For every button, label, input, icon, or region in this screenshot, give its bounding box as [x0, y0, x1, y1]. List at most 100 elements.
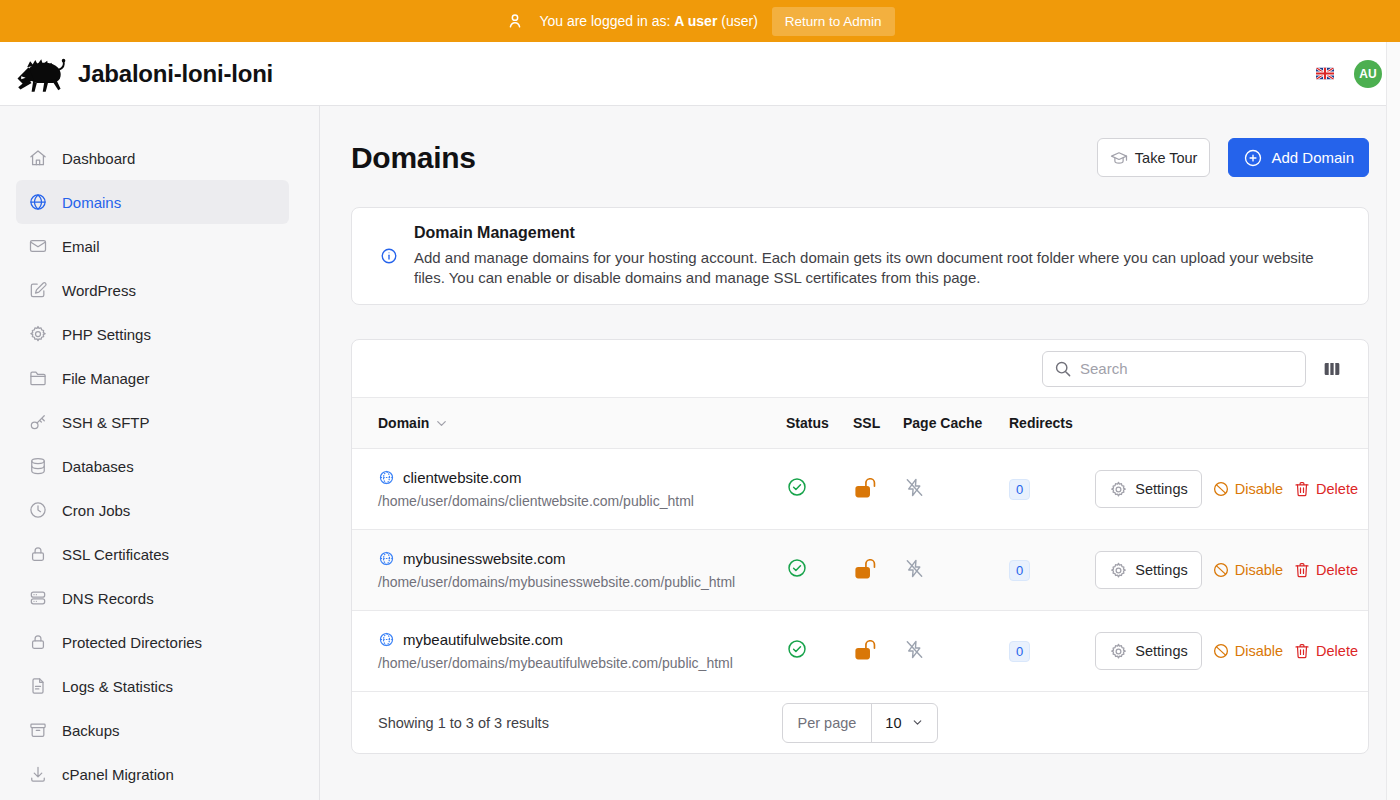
main-content: Domains Take Tour Add Domain: [320, 106, 1400, 800]
sidebar: Dashboard Domains Email WordPress PHP Settin…: [0, 106, 320, 800]
domain-name[interactable]: mybusinesswebsite.com: [403, 550, 566, 567]
ssl-unlocked-icon: [853, 475, 878, 500]
status-enabled-icon: [786, 557, 808, 579]
domain-name[interactable]: clientwebsite.com: [403, 469, 521, 486]
globe-icon: [28, 192, 48, 212]
settings-button[interactable]: Settings: [1095, 551, 1201, 589]
sidebar-item-backups[interactable]: Backups: [16, 708, 289, 752]
lock-icon: [28, 632, 48, 652]
edit-icon: [28, 280, 48, 300]
domain-name[interactable]: mybeautifulwebsite.com: [403, 631, 563, 648]
domain-path: /home/user/domains/mybusinesswebsite.com…: [378, 574, 786, 590]
per-page-control: Per page 10: [782, 703, 938, 743]
user-icon: [505, 11, 525, 31]
sort-chevron-icon: [434, 416, 449, 431]
folder-icon: [28, 368, 48, 388]
info-card-body: Add and manage domains for your hosting …: [414, 248, 1334, 288]
column-header-page-cache: Page Cache: [903, 415, 1009, 431]
globe-icon: [378, 550, 395, 567]
search-icon: [1053, 359, 1072, 378]
brand[interactable]: Jabaloni-loni-loni: [16, 54, 273, 94]
page-cache-disabled-icon: [903, 476, 926, 499]
page-cache-disabled-icon: [903, 557, 926, 580]
trash-icon: [1293, 561, 1311, 579]
avatar[interactable]: AU: [1354, 60, 1382, 88]
sidebar-item-cron-jobs[interactable]: Cron Jobs: [16, 488, 289, 532]
domain-path: /home/user/domains/clientwebsite.com/pub…: [378, 493, 786, 509]
column-header-ssl: SSL: [853, 415, 903, 431]
status-enabled-icon: [786, 638, 808, 660]
settings-button[interactable]: Settings: [1095, 470, 1201, 508]
ssl-unlocked-icon: [853, 556, 878, 581]
boar-logo-icon: [16, 54, 68, 94]
disable-button[interactable]: Disable: [1212, 561, 1283, 579]
sidebar-item-email[interactable]: Email: [16, 224, 289, 268]
sidebar-item-dashboard[interactable]: Dashboard: [16, 136, 289, 180]
table-footer: Showing 1 to 3 of 3 results Per page 10: [352, 692, 1368, 753]
sidebar-item-label: WordPress: [62, 282, 136, 299]
domain-path: /home/user/domains/mybeautifulwebsite.co…: [378, 655, 786, 671]
delete-button[interactable]: Delete: [1293, 561, 1358, 579]
top-bar: Jabaloni-loni-loni AU: [0, 42, 1400, 106]
sidebar-item-label: Logs & Statistics: [62, 678, 173, 695]
redirects-badge[interactable]: 0: [1009, 560, 1030, 581]
ban-icon: [1212, 642, 1230, 660]
home-icon: [28, 148, 48, 168]
sidebar-item-label: Databases: [62, 458, 134, 475]
sidebar-item-databases[interactable]: Databases: [16, 444, 289, 488]
sidebar-item-ssh-sftp[interactable]: SSH & SFTP: [16, 400, 289, 444]
settings-button[interactable]: Settings: [1095, 632, 1201, 670]
disable-button[interactable]: Disable: [1212, 480, 1283, 498]
sidebar-item-label: Domains: [62, 194, 121, 211]
sidebar-item-protected-directories[interactable]: Protected Directories: [16, 620, 289, 664]
sidebar-item-label: Cron Jobs: [62, 502, 130, 519]
brand-name: Jabaloni-loni-loni: [78, 60, 273, 88]
gear-icon: [1109, 642, 1128, 661]
archive-icon: [28, 720, 48, 740]
document-icon: [28, 676, 48, 696]
info-icon: [380, 247, 398, 265]
sidebar-item-php-settings[interactable]: PHP Settings: [16, 312, 289, 356]
search-input[interactable]: [1042, 351, 1306, 387]
uk-flag-icon[interactable]: [1316, 67, 1334, 80]
database-icon: [28, 456, 48, 476]
results-summary: Showing 1 to 3 of 3 results: [378, 715, 782, 731]
sidebar-item-file-manager[interactable]: File Manager: [16, 356, 289, 400]
sidebar-item-wordpress[interactable]: WordPress: [16, 268, 289, 312]
columns-icon: [1323, 360, 1341, 378]
domain-row: mybeautifulwebsite.com /home/user/domain…: [352, 611, 1368, 692]
sidebar-item-ssl-certificates[interactable]: SSL Certificates: [16, 532, 289, 576]
chevron-down-icon: [911, 716, 924, 729]
sidebar-item-domains[interactable]: Domains: [16, 180, 289, 224]
toggle-columns-button[interactable]: [1323, 360, 1341, 378]
info-card: Domain Management Add and manage domains…: [351, 207, 1369, 305]
sidebar-item-label: File Manager: [62, 370, 150, 387]
sidebar-item-logs-statistics[interactable]: Logs & Statistics: [16, 664, 289, 708]
sidebar-item-dns-records[interactable]: DNS Records: [16, 576, 289, 620]
sidebar-item-cpanel-migration[interactable]: cPanel Migration: [16, 752, 289, 796]
add-domain-button[interactable]: Add Domain: [1228, 138, 1369, 177]
take-tour-button[interactable]: Take Tour: [1097, 138, 1211, 177]
gear-icon: [1109, 561, 1128, 580]
column-header-domain[interactable]: Domain: [352, 415, 786, 431]
scrollbar-track[interactable]: [1386, 42, 1400, 800]
key-icon: [28, 412, 48, 432]
per-page-select[interactable]: 10: [872, 704, 936, 742]
redirects-badge[interactable]: 0: [1009, 479, 1030, 500]
gear-icon: [28, 324, 48, 344]
sidebar-item-label: cPanel Migration: [62, 766, 174, 783]
lock-icon: [28, 544, 48, 564]
column-header-status: Status: [786, 415, 853, 431]
per-page-label: Per page: [783, 704, 873, 742]
return-to-admin-button[interactable]: Return to Admin: [772, 7, 895, 36]
delete-button[interactable]: Delete: [1293, 480, 1358, 498]
globe-icon: [378, 631, 395, 648]
redirects-badge[interactable]: 0: [1009, 641, 1030, 662]
globe-icon: [378, 469, 395, 486]
delete-button[interactable]: Delete: [1293, 642, 1358, 660]
gear-icon: [1109, 480, 1128, 499]
ban-icon: [1212, 561, 1230, 579]
search-box: [1042, 351, 1306, 387]
domain-row: mybusinesswebsite.com /home/user/domains…: [352, 530, 1368, 611]
disable-button[interactable]: Disable: [1212, 642, 1283, 660]
